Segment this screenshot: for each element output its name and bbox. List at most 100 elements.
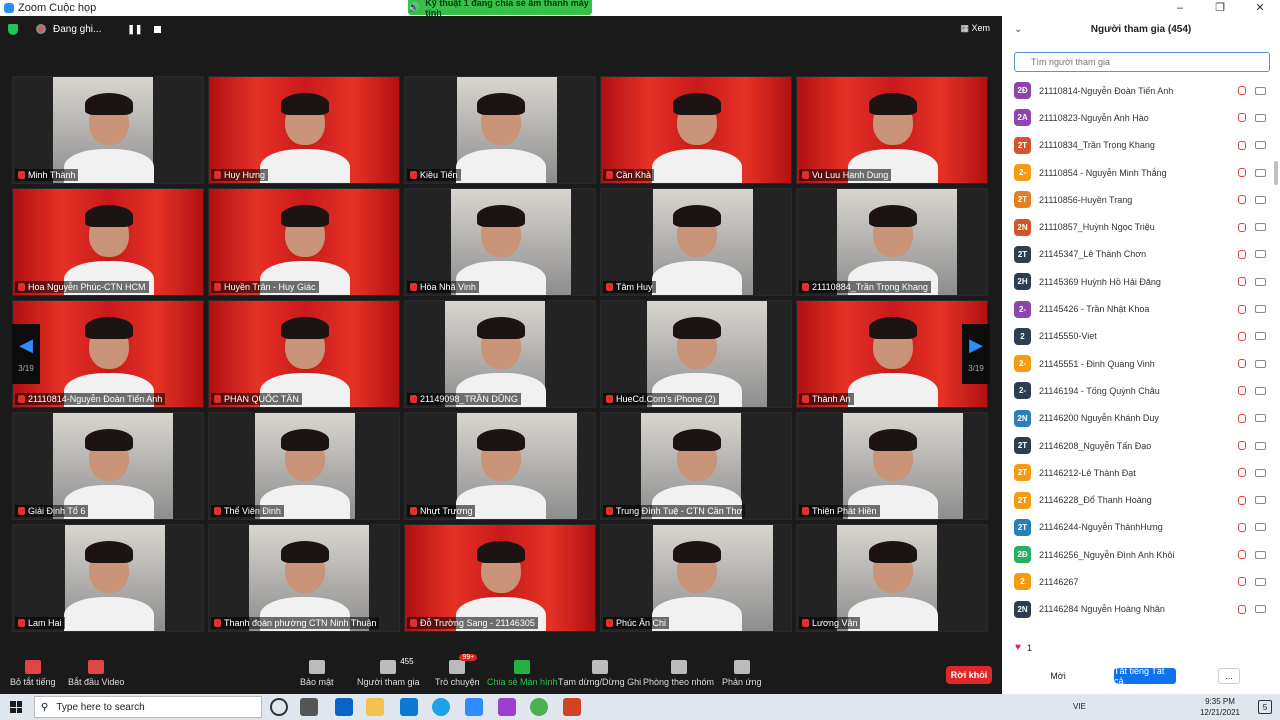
mic-muted-icon[interactable] bbox=[1238, 304, 1246, 314]
start-video-button[interactable]: Bắt đầu Video bbox=[68, 660, 124, 687]
video-tile[interactable]: Tâm Huy bbox=[600, 188, 792, 296]
mic-muted-icon[interactable] bbox=[1238, 441, 1246, 450]
participant-row[interactable]: 2- 21110854 - Nguyễn Minh Thắng bbox=[1002, 159, 1272, 186]
video-tile[interactable]: Cần Khả bbox=[600, 76, 792, 184]
prev-page-button[interactable]: ◀ 3/19 bbox=[12, 324, 40, 384]
video-tile[interactable]: Minh Thành bbox=[12, 76, 204, 184]
participant-row[interactable]: 2Đ 21146256_Nguyễn Đình Anh Khôi bbox=[1002, 541, 1272, 568]
video-tile[interactable]: Thanh đoàn phường CTN Ninh Thuận bbox=[208, 524, 400, 632]
mic-muted-icon[interactable] bbox=[1238, 522, 1246, 532]
participant-row[interactable]: 2A 21110823-Nguyễn Anh Hào bbox=[1002, 104, 1272, 131]
video-tile[interactable]: Đỗ Trường Sang - 21146305 bbox=[404, 524, 596, 632]
audio-share-banner[interactable]: 🔊 Kỹ thuật 1 đang chia sẻ âm thanh máy t… bbox=[408, 0, 592, 18]
participant-row[interactable]: 2T 21146208_Nguyễn Tấn Đạo bbox=[1002, 432, 1272, 459]
mic-muted-icon[interactable] bbox=[1238, 86, 1246, 96]
video-tile[interactable]: Phúc Ân Chi bbox=[600, 524, 792, 632]
leave-meeting-button[interactable]: Rời khỏi bbox=[946, 666, 992, 684]
mic-muted-icon[interactable] bbox=[1238, 331, 1246, 341]
video-tile[interactable]: HueCd.Com's iPhone (2) bbox=[600, 300, 792, 408]
participants-button[interactable]: 455 Người tham gia bbox=[357, 657, 419, 687]
maximize-button[interactable]: ❐ bbox=[1200, 0, 1240, 16]
file-explorer-icon[interactable] bbox=[366, 698, 384, 716]
mail-icon[interactable] bbox=[400, 698, 418, 716]
participant-row[interactable]: 2T 21110856-Huyền Trang bbox=[1002, 186, 1272, 213]
chrome-icon[interactable] bbox=[530, 698, 548, 716]
video-tile[interactable]: Lương Vân bbox=[796, 524, 988, 632]
shield-icon[interactable] bbox=[8, 23, 18, 35]
video-tile[interactable]: Vu Luu Hanh Dung bbox=[796, 76, 988, 184]
participant-row[interactable]: 2H 21145369 Huỳnh Hồ Hải Đăng bbox=[1002, 268, 1272, 295]
participant-row[interactable]: 2T 21145347_Lê Thành Chơn bbox=[1002, 241, 1272, 268]
participant-row[interactable]: 2T 21146212-Lê Thành Đạt bbox=[1002, 459, 1272, 486]
participant-list-scrollbar[interactable] bbox=[1274, 161, 1278, 185]
participant-row[interactable]: 2Đ 21110814-Nguyễn Đoàn Tiến Anh bbox=[1002, 77, 1272, 104]
mic-muted-icon[interactable] bbox=[1238, 249, 1246, 259]
zoom-app-icon[interactable] bbox=[465, 698, 483, 716]
task-view-icon[interactable] bbox=[300, 698, 318, 716]
participant-row[interactable]: 2 21146267 bbox=[1002, 568, 1272, 595]
mic-muted-icon[interactable] bbox=[1238, 468, 1246, 478]
chat-button[interactable]: 99+ Trò chuyện bbox=[435, 654, 480, 687]
edge-icon[interactable] bbox=[432, 698, 450, 716]
participant-row[interactable]: 2 21145550-Viet bbox=[1002, 323, 1272, 350]
cortana-icon[interactable] bbox=[270, 698, 288, 716]
participant-row[interactable]: 2N 21146200 Nguyễn Khánh Duy bbox=[1002, 405, 1272, 432]
reactions-button[interactable]: Phản ứng bbox=[722, 660, 762, 687]
clock[interactable]: 9:35 PM 12/21/2021 bbox=[1200, 696, 1240, 718]
mic-muted-icon[interactable] bbox=[1238, 113, 1246, 123]
share-screen-button[interactable]: Chia sẻ Màn hình bbox=[487, 660, 558, 687]
video-tile[interactable]: Lam Hai bbox=[12, 524, 204, 632]
participant-row[interactable]: 2- 21146194 - Tống Quỳnh Châu bbox=[1002, 377, 1272, 404]
powerpoint-icon[interactable] bbox=[563, 698, 581, 716]
mic-muted-icon[interactable] bbox=[1238, 140, 1246, 150]
outlook-icon[interactable] bbox=[335, 698, 353, 716]
notification-center-icon[interactable]: 5 bbox=[1258, 700, 1272, 714]
video-tile[interactable]: PHAN QUỐC TÂN bbox=[208, 300, 400, 408]
view-button[interactable]: ▦ Xem bbox=[960, 23, 990, 34]
video-tile[interactable]: Nhựt Trương bbox=[404, 412, 596, 520]
video-tile[interactable]: 21110884_Trần Trọng Khang bbox=[796, 188, 988, 296]
participant-row[interactable]: 2- 21145551 - Đinh Quang Vinh bbox=[1002, 350, 1272, 377]
video-tile[interactable]: Hòa Nhã Vinh bbox=[404, 188, 596, 296]
pause-recording-button[interactable]: ❚❚ bbox=[127, 24, 142, 35]
video-tile[interactable]: Trung Đình Tuệ - CTN Cần Thơ bbox=[600, 412, 792, 520]
participant-row[interactable]: 2- 21145426 - Trần Nhật Khoa bbox=[1002, 295, 1272, 322]
video-tile[interactable]: Kiều Tiến bbox=[404, 76, 596, 184]
participant-row[interactable]: 2N 21110857_Huỳnh Ngọc Triệu bbox=[1002, 213, 1272, 240]
minimize-button[interactable]: – bbox=[1160, 0, 1200, 16]
video-tile[interactable]: Thể Viên Đinh bbox=[208, 412, 400, 520]
breakout-rooms-button[interactable]: Phòng theo nhóm bbox=[643, 660, 714, 687]
participant-row[interactable]: 2T 21146244-Nguyễn ThànhHưng bbox=[1002, 514, 1272, 541]
video-tile[interactable]: Hoa Nguyễn Phúc-CTN HCM bbox=[12, 188, 204, 296]
windows-start-icon[interactable] bbox=[10, 701, 22, 713]
mic-muted-icon[interactable] bbox=[1238, 604, 1246, 614]
invite-button[interactable]: Mời bbox=[1040, 668, 1076, 684]
stop-recording-button[interactable] bbox=[154, 25, 162, 33]
input-language[interactable]: VIE bbox=[1073, 702, 1086, 711]
mic-muted-icon[interactable] bbox=[1238, 577, 1246, 587]
mic-muted-icon[interactable] bbox=[1238, 277, 1246, 287]
mic-muted-icon[interactable] bbox=[1238, 168, 1246, 178]
pause-stop-recording-button[interactable]: Tạm dừng/Dừng Ghi bbox=[558, 660, 641, 687]
unmute-button[interactable]: Bỏ tắt tiếng bbox=[10, 660, 56, 687]
mic-muted-icon[interactable] bbox=[1238, 359, 1246, 369]
close-button[interactable]: ✕ bbox=[1240, 0, 1280, 16]
taskbar-search-box[interactable]: ⚲ Type here to search bbox=[34, 696, 262, 718]
mic-muted-icon[interactable] bbox=[1238, 550, 1246, 560]
mic-muted-icon[interactable] bbox=[1238, 222, 1246, 232]
participant-row[interactable]: 2T 21110834_Trần Trọng Khang bbox=[1002, 132, 1272, 159]
video-tile[interactable]: Giải Định Tổ 6 bbox=[12, 412, 204, 520]
mic-muted-icon[interactable] bbox=[1238, 413, 1246, 423]
more-options-button[interactable]: ... bbox=[1218, 668, 1240, 684]
video-tile[interactable]: 21149098_TRẦN DŨNG bbox=[404, 300, 596, 408]
security-button[interactable]: Bảo mật bbox=[300, 660, 334, 687]
next-page-button[interactable]: ▶ 3/19 bbox=[962, 324, 990, 384]
video-tile[interactable]: Thiện Phát Hiền bbox=[796, 412, 988, 520]
mute-all-button[interactable]: Tắt tiếng Tất cả bbox=[1114, 666, 1176, 686]
video-tile[interactable]: Thành An bbox=[796, 300, 988, 408]
video-app-icon[interactable] bbox=[498, 698, 516, 716]
video-tile[interactable]: Huy Hưng bbox=[208, 76, 400, 184]
video-tile[interactable]: 21110814-Nguyễn Đoàn Tiến Anh bbox=[12, 300, 204, 408]
video-tile[interactable]: Huyền Trân - Huy Giác bbox=[208, 188, 400, 296]
participant-search-input[interactable] bbox=[1014, 52, 1270, 72]
